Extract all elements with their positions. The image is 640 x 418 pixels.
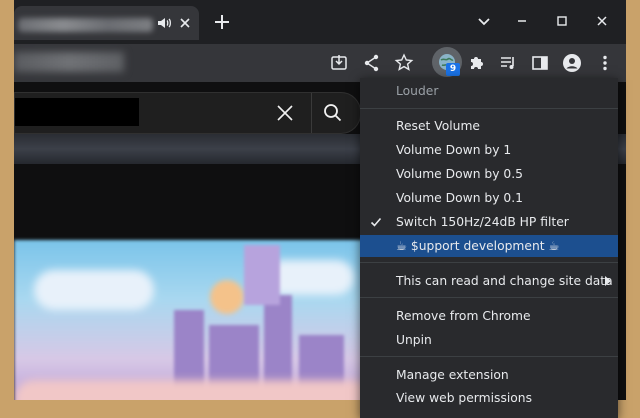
menu-item-volume-down-1[interactable]: Volume Down by 1 bbox=[360, 139, 618, 161]
browser-toolbar: 9 bbox=[14, 44, 626, 82]
search-input[interactable] bbox=[15, 98, 139, 126]
minimize-icon[interactable] bbox=[511, 10, 533, 32]
submenu-arrow-icon bbox=[605, 276, 611, 286]
site-search-bar bbox=[14, 92, 361, 134]
more-vert-icon[interactable] bbox=[592, 50, 618, 76]
menu-title: Louder bbox=[396, 84, 439, 98]
menu-item-support-development[interactable]: ☕ $upport development ☕ bbox=[360, 235, 618, 257]
search-divider bbox=[311, 93, 312, 133]
menu-separator bbox=[360, 297, 618, 298]
maximize-icon[interactable] bbox=[551, 10, 573, 32]
close-icon[interactable] bbox=[273, 101, 297, 125]
star-icon[interactable] bbox=[391, 50, 417, 76]
chevron-down-icon[interactable] bbox=[473, 10, 495, 32]
sun-graphic bbox=[210, 280, 244, 314]
menu-item-volume-down-0-5[interactable]: Volume Down by 0.5 bbox=[360, 163, 618, 185]
extension-context-menu: Louder Reset Volume Volume Down by 1 Vol… bbox=[360, 78, 618, 418]
search-icon[interactable] bbox=[321, 101, 345, 125]
menu-separator bbox=[360, 356, 618, 357]
new-tab-plus-icon[interactable] bbox=[212, 12, 232, 32]
menu-item-reset-volume[interactable]: Reset Volume bbox=[360, 115, 618, 137]
browser-tab[interactable] bbox=[14, 6, 199, 40]
window-close-icon[interactable] bbox=[591, 10, 613, 32]
menu-item-unpin[interactable]: Unpin bbox=[360, 329, 618, 351]
address-bar[interactable] bbox=[14, 52, 124, 72]
video-thumbnail[interactable] bbox=[14, 240, 374, 400]
media-control-icon[interactable] bbox=[495, 50, 521, 76]
side-panel-icon[interactable] bbox=[527, 50, 553, 76]
speaker-icon[interactable] bbox=[156, 15, 172, 31]
menu-separator bbox=[360, 108, 618, 109]
share-icon[interactable] bbox=[359, 50, 385, 76]
extension-badge: 9 bbox=[446, 63, 460, 76]
menu-item-site-access[interactable]: This can read and change site data bbox=[360, 270, 618, 292]
tab-close-icon[interactable] bbox=[175, 13, 195, 33]
menu-item-remove-from-chrome[interactable]: Remove from Chrome bbox=[360, 305, 618, 327]
tab-strip bbox=[14, 0, 626, 44]
tab-title bbox=[18, 18, 153, 32]
install-app-icon[interactable] bbox=[326, 50, 352, 76]
profile-icon[interactable] bbox=[559, 50, 585, 76]
checkmark-icon bbox=[370, 217, 382, 227]
puzzle-icon[interactable] bbox=[463, 50, 489, 76]
menu-separator bbox=[360, 262, 618, 263]
menu-item-volume-down-0-1[interactable]: Volume Down by 0.1 bbox=[360, 187, 618, 209]
menu-item-hp-filter[interactable]: Switch 150Hz/24dB HP filter bbox=[360, 211, 618, 233]
menu-item-view-web-permissions[interactable]: View web permissions bbox=[360, 387, 618, 409]
menu-item-manage-extension[interactable]: Manage extension bbox=[360, 364, 618, 386]
